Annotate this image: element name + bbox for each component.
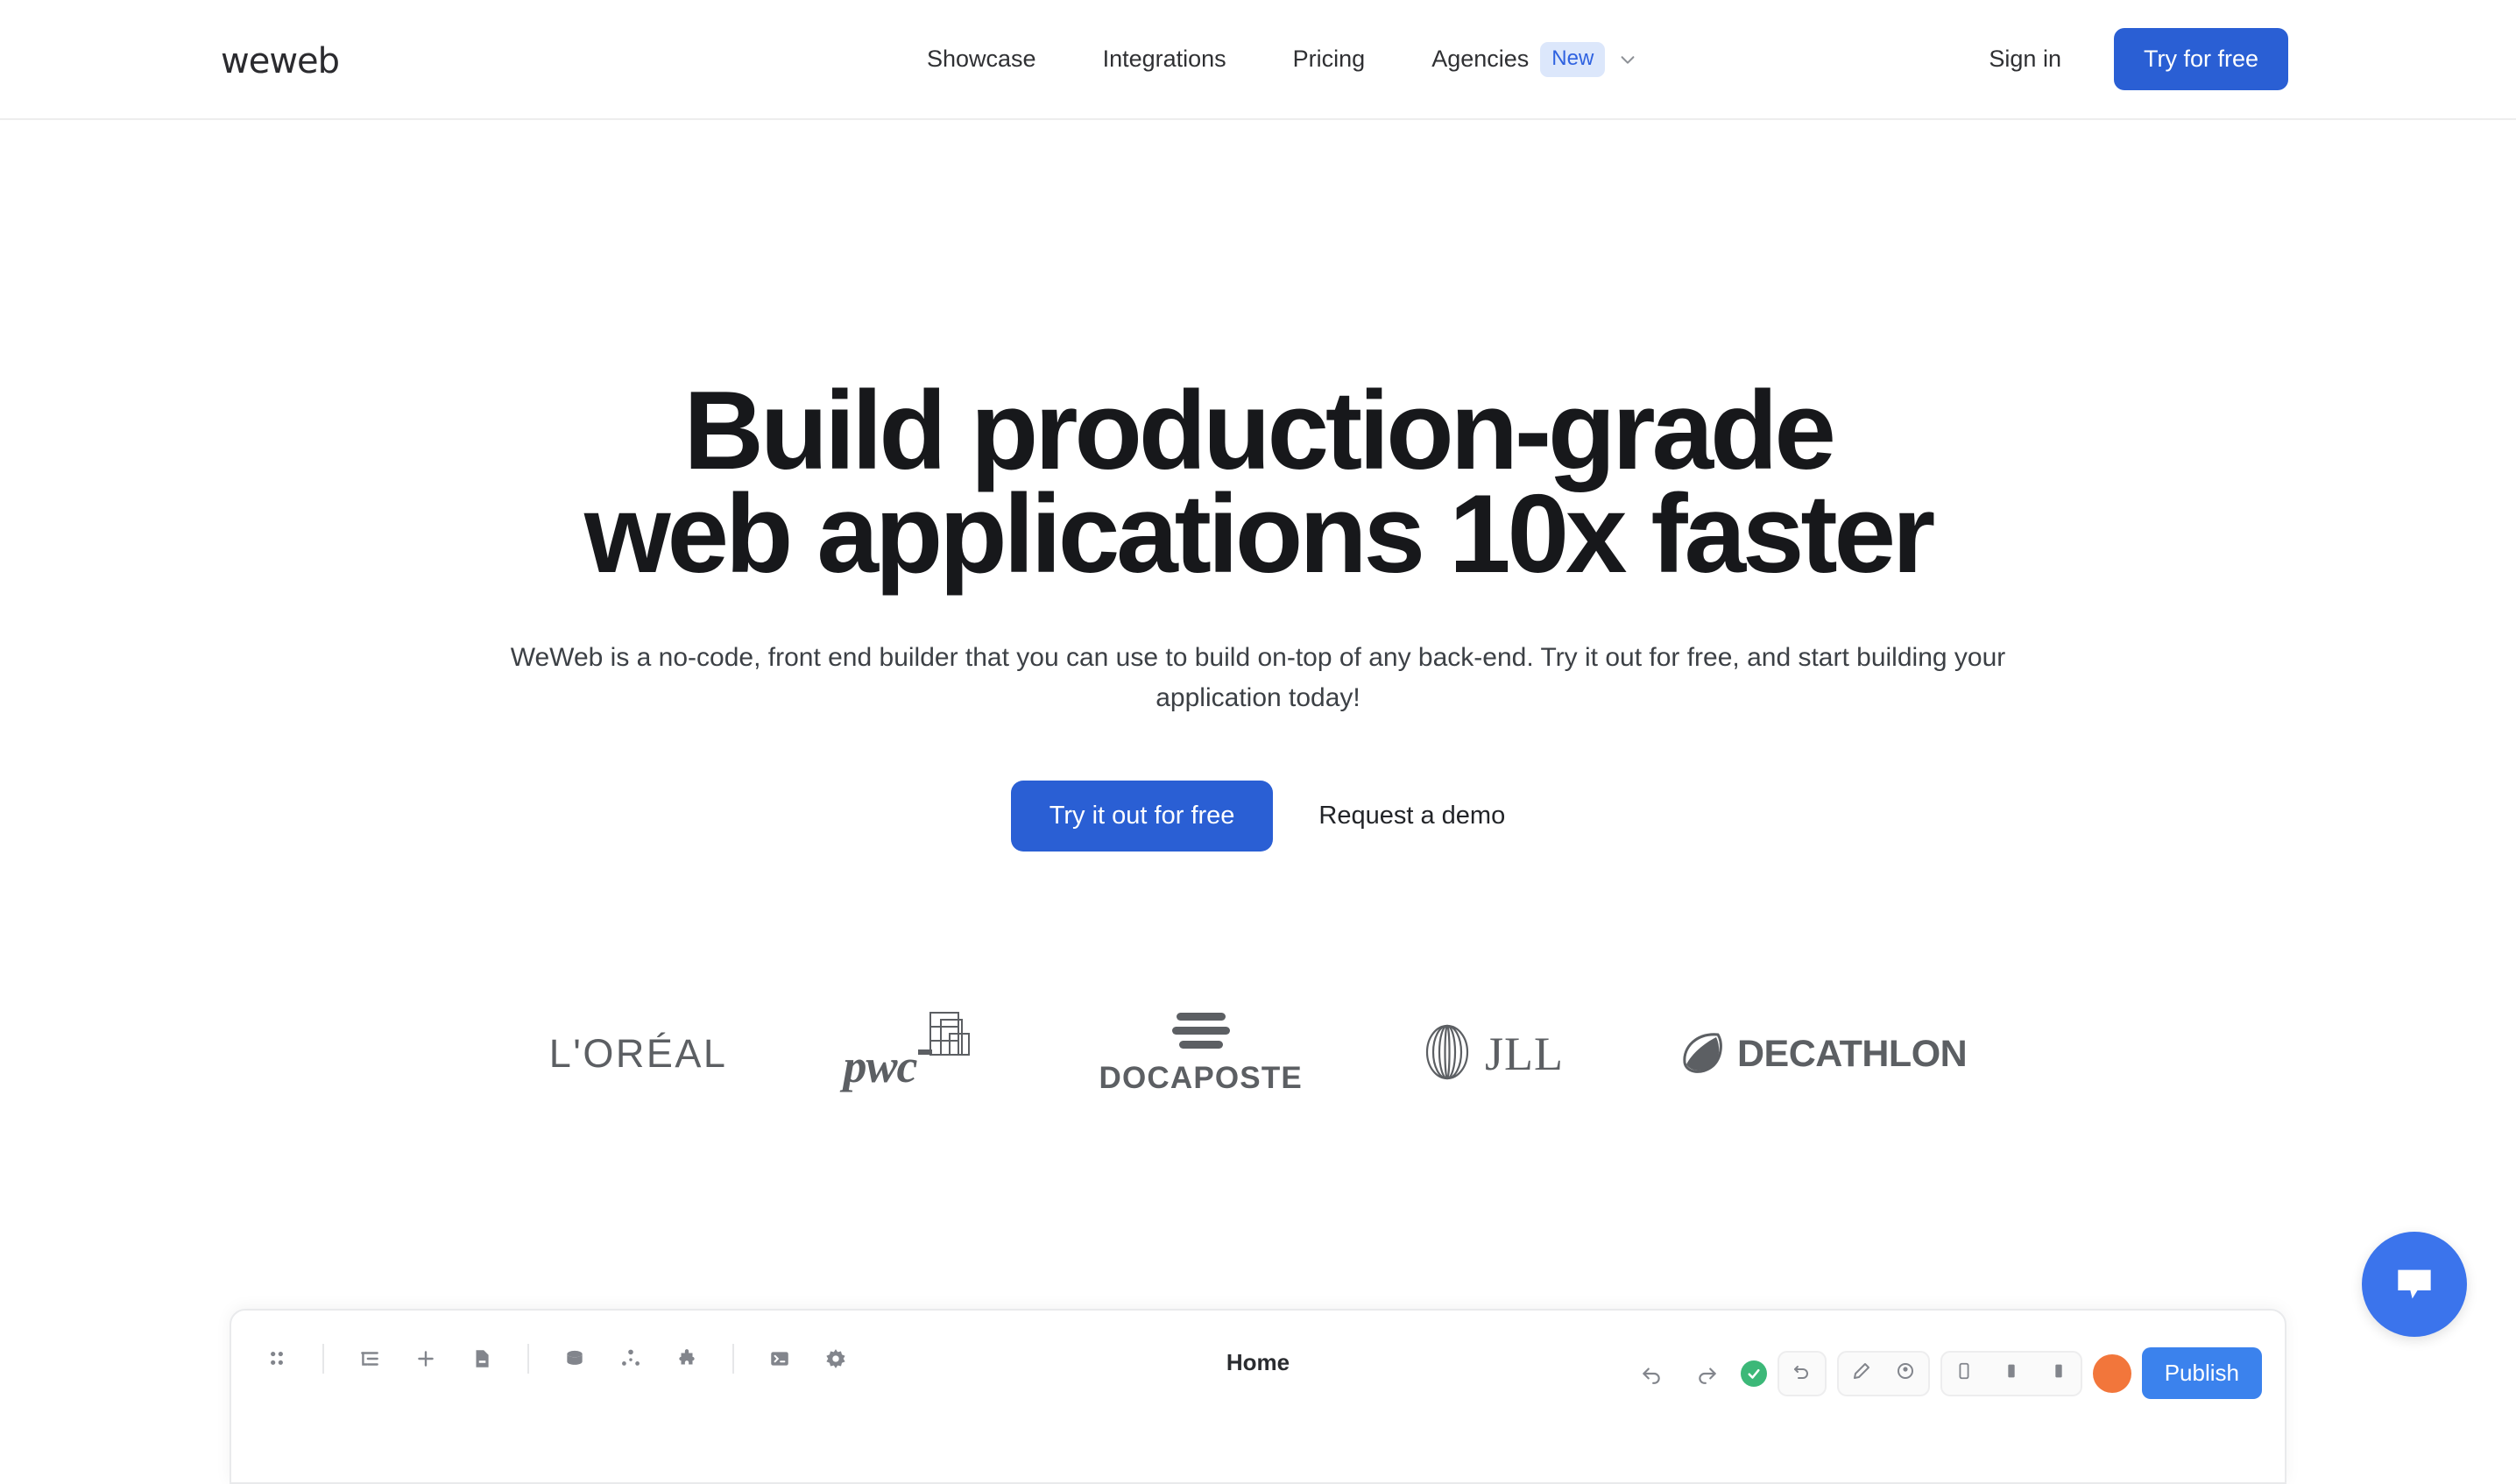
- edit-preview-group: [1837, 1351, 1930, 1396]
- site-header: weweb Showcase Integrations Pricing Agen…: [0, 0, 2516, 120]
- preview-eye-icon[interactable]: [1895, 1360, 1916, 1386]
- grid-dots-icon[interactable]: [254, 1336, 300, 1382]
- nav-agencies-label: Agencies: [1431, 46, 1529, 73]
- mobile-device-icon[interactable]: [1954, 1360, 1974, 1386]
- decathlon-wordmark: DECATHLON: [1737, 1033, 1967, 1076]
- toolbar-divider: [527, 1344, 529, 1374]
- page-title: Build production-grade web applications …: [0, 378, 2516, 585]
- settings-gear-icon[interactable]: [813, 1336, 859, 1382]
- nav-item-agencies[interactable]: Agencies New: [1398, 42, 1655, 77]
- docaposte-bars-icon: [1172, 1013, 1230, 1049]
- pwc-wordmark: pwc: [843, 1039, 916, 1093]
- user-avatar[interactable]: [2093, 1354, 2131, 1393]
- chat-widget-button[interactable]: [2362, 1232, 2467, 1337]
- hero-cta-row: Try it out for free Request a demo: [0, 781, 2516, 852]
- nav-item-pricing[interactable]: Pricing: [1260, 46, 1399, 73]
- sign-in-link[interactable]: Sign in: [1989, 46, 2061, 73]
- headline-line-2: web applications 10x faster: [0, 482, 2516, 585]
- try-it-out-for-free-button[interactable]: Try it out for free: [1011, 781, 1274, 852]
- plus-icon[interactable]: [403, 1336, 449, 1382]
- editor-right-tools: Publish: [1629, 1347, 2262, 1399]
- weweb-logo[interactable]: weweb: [221, 44, 339, 79]
- layers-tree-icon[interactable]: [347, 1336, 392, 1382]
- refresh-button[interactable]: [1777, 1351, 1827, 1396]
- jll-wordmark: JLL: [1485, 1027, 1564, 1081]
- try-for-free-button[interactable]: Try for free: [2114, 28, 2288, 90]
- logo-decathlon: DECATHLON: [1679, 1006, 1967, 1102]
- redo-icon[interactable]: [1685, 1351, 1730, 1396]
- nav-item-showcase[interactable]: Showcase: [894, 46, 1070, 73]
- undo-icon[interactable]: [1629, 1351, 1674, 1396]
- chevron-down-icon: [1618, 50, 1637, 69]
- hero-section: Build production-grade web applications …: [0, 378, 2516, 1102]
- pwc-building-icon: [911, 1007, 981, 1066]
- code-terminal-icon[interactable]: [757, 1336, 802, 1382]
- saved-check-icon: [1741, 1360, 1767, 1387]
- plugin-puzzle-icon[interactable]: [664, 1336, 710, 1382]
- database-icon[interactable]: [552, 1336, 597, 1382]
- tablet-device-icon[interactable]: [2002, 1360, 2021, 1386]
- logo-loreal: L'ORÉAL: [549, 1006, 728, 1102]
- toolbar-divider: [322, 1344, 324, 1374]
- logo-docaposte: DOCAPOSTE: [1099, 1006, 1303, 1102]
- editor-preview-mockup: Home: [230, 1309, 2286, 1484]
- logo-jll: JLL: [1418, 1006, 1564, 1102]
- loreal-wordmark: L'ORÉAL: [549, 1031, 728, 1077]
- badge-new: New: [1540, 42, 1605, 77]
- chat-bubble-icon: [2390, 1260, 2439, 1309]
- editor-left-tools: [254, 1336, 859, 1382]
- pen-edit-icon[interactable]: [1851, 1360, 1872, 1386]
- docaposte-wordmark: DOCAPOSTE: [1099, 1061, 1303, 1096]
- hero-subtitle: WeWeb is a no-code, front end builder th…: [487, 638, 2029, 717]
- client-logo-strip: L'ORÉAL pwc: [0, 1006, 2516, 1102]
- toolbar-divider: [732, 1344, 734, 1374]
- editor-toolbar: Home: [231, 1311, 2285, 1407]
- nav-item-integrations[interactable]: Integrations: [1070, 46, 1260, 73]
- main-navigation: Showcase Integrations Pricing Agencies N…: [894, 0, 1655, 118]
- desktop-device-icon[interactable]: [2049, 1360, 2068, 1386]
- publish-button[interactable]: Publish: [2142, 1347, 2262, 1399]
- page-file-icon[interactable]: [459, 1336, 505, 1382]
- workflow-icon[interactable]: [608, 1336, 654, 1382]
- device-preview-group: [1940, 1351, 2082, 1396]
- decathlon-leaf-icon: [1679, 1029, 1725, 1079]
- jll-globe-icon: [1418, 1023, 1476, 1085]
- request-a-demo-button[interactable]: Request a demo: [1318, 802, 1505, 830]
- logo-pwc: pwc: [843, 1006, 983, 1102]
- header-actions: Sign in Try for free: [1989, 0, 2288, 118]
